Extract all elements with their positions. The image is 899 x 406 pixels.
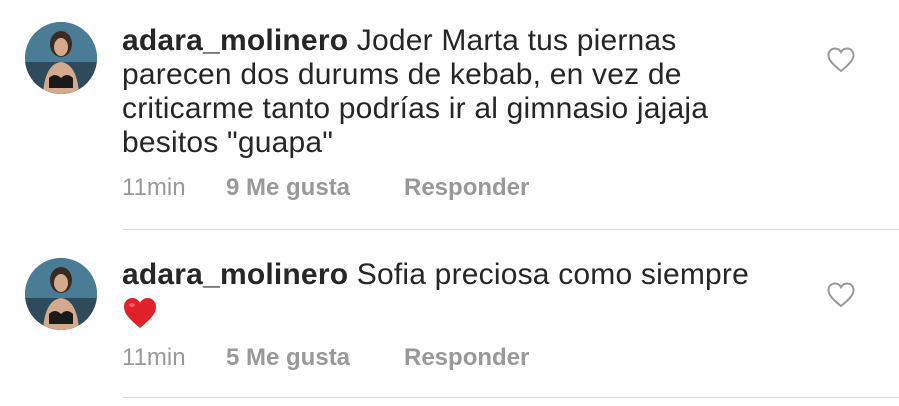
heart-outline-icon[interactable] [827, 282, 855, 308]
likes-count[interactable]: 9 Me gusta [226, 174, 404, 202]
comment-item: adara_molinero Joder Marta tus piernas p… [0, 0, 899, 230]
comment-meta: 11min 5 Me gusta Responder [122, 344, 529, 372]
comment-time: 11min [122, 174, 186, 201]
divider [122, 397, 899, 398]
comment-username[interactable]: adara_molinero [122, 24, 348, 57]
comment-time: 11min [122, 344, 186, 371]
heart-emoji-icon [122, 296, 158, 338]
comment-text: adara_molinero Sofia preciosa como siemp… [122, 258, 782, 338]
comment-text: adara_molinero Joder Marta tus piernas p… [122, 24, 782, 160]
reply-button[interactable]: Responder [404, 174, 529, 202]
comment-body: Sofia preciosa como siempre [356, 258, 750, 291]
avatar[interactable] [25, 22, 97, 94]
likes-count[interactable]: 5 Me gusta [226, 344, 404, 372]
comment-username[interactable]: adara_molinero [122, 258, 348, 291]
comment-meta: 11min 9 Me gusta Responder [122, 174, 529, 202]
comment-item: adara_molinero Sofia preciosa como siemp… [0, 230, 899, 400]
avatar[interactable] [25, 258, 97, 330]
heart-outline-icon[interactable] [827, 47, 855, 73]
reply-button[interactable]: Responder [404, 344, 529, 372]
